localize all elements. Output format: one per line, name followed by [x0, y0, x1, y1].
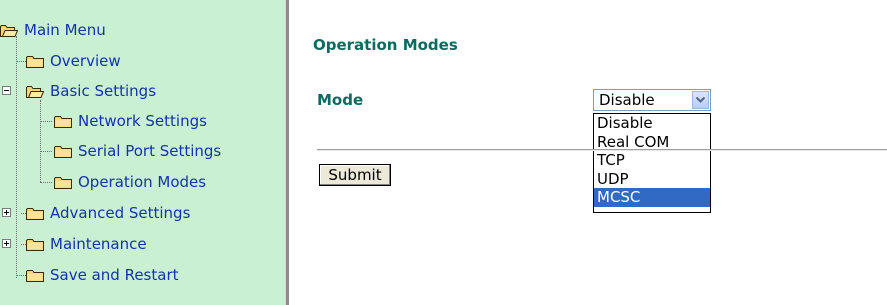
sidebar-item-overview[interactable]: Overview: [26, 50, 121, 72]
divider: [317, 149, 887, 151]
sidebar-item-operation-modes[interactable]: Operation Modes: [54, 171, 206, 193]
mode-option-udp[interactable]: UDP: [594, 170, 710, 189]
chevron-down-icon[interactable]: [692, 91, 709, 109]
sidebar-item-label: Main Menu: [24, 21, 106, 39]
folder-icon: [26, 269, 44, 282]
folder-icon: [26, 55, 44, 68]
mode-option-tcp[interactable]: TCP: [594, 151, 710, 170]
sidebar-item-label: Network Settings: [78, 112, 207, 130]
mode-select-value: Disable: [599, 91, 655, 109]
tree-connector: [40, 121, 52, 122]
sidebar-item-label: Serial Port Settings: [78, 142, 222, 160]
sidebar-item-label: Maintenance: [50, 235, 147, 253]
sidebar-item-save-and-restart[interactable]: Save and Restart: [26, 264, 179, 286]
tree-connector: [40, 151, 52, 152]
sidebar-item-label: Operation Modes: [78, 173, 207, 191]
tree-connector: [16, 61, 26, 62]
folder-icon: [54, 145, 72, 158]
mode-option-mcsc[interactable]: MCSC: [594, 188, 710, 207]
sidebar-item-label: Overview: [50, 52, 121, 70]
tree-connector: [16, 275, 26, 276]
submit-button[interactable]: Submit: [319, 164, 391, 186]
folder-icon: [26, 207, 44, 220]
folder-icon: [54, 176, 72, 189]
folder-icon: [54, 115, 72, 128]
sidebar-item-serial-port-settings[interactable]: Serial Port Settings: [54, 140, 221, 162]
mode-dropdown-list: Disable Real COM TCP UDP MCSC: [593, 113, 711, 213]
folder-icon: [26, 238, 44, 251]
collapse-basic-settings-icon[interactable]: [2, 86, 11, 95]
sidebar-item-label: Advanced Settings: [50, 204, 191, 222]
mode-select[interactable]: Disable: [593, 89, 711, 111]
mode-label: Mode: [317, 91, 364, 109]
tree-connector: [16, 36, 17, 278]
sidebar-item-maintenance[interactable]: Maintenance: [26, 233, 147, 255]
page-title: Operation Modes: [313, 36, 458, 54]
main-panel: Operation Modes Mode Disable Disable Rea…: [289, 0, 887, 305]
sidebar-item-advanced-settings[interactable]: Advanced Settings: [26, 202, 190, 224]
sidebar-item-label: Save and Restart: [50, 266, 179, 284]
sidebar-item-main-menu[interactable]: Main Menu: [0, 19, 106, 41]
sidebar-item-basic-settings[interactable]: Basic Settings: [26, 80, 156, 102]
sidebar-item-label: Basic Settings: [50, 82, 157, 100]
tree-connector: [40, 182, 52, 183]
mode-option-disable[interactable]: Disable: [594, 114, 710, 133]
tree-connector: [40, 100, 41, 182]
sidebar-tree: Main Menu Overview Basic Settings Networ…: [0, 0, 285, 305]
folder-open-icon: [26, 85, 44, 98]
folder-open-icon: [0, 24, 18, 37]
expand-maintenance-icon[interactable]: [2, 239, 11, 248]
sidebar-item-network-settings[interactable]: Network Settings: [54, 110, 207, 132]
expand-advanced-settings-icon[interactable]: [2, 208, 11, 217]
